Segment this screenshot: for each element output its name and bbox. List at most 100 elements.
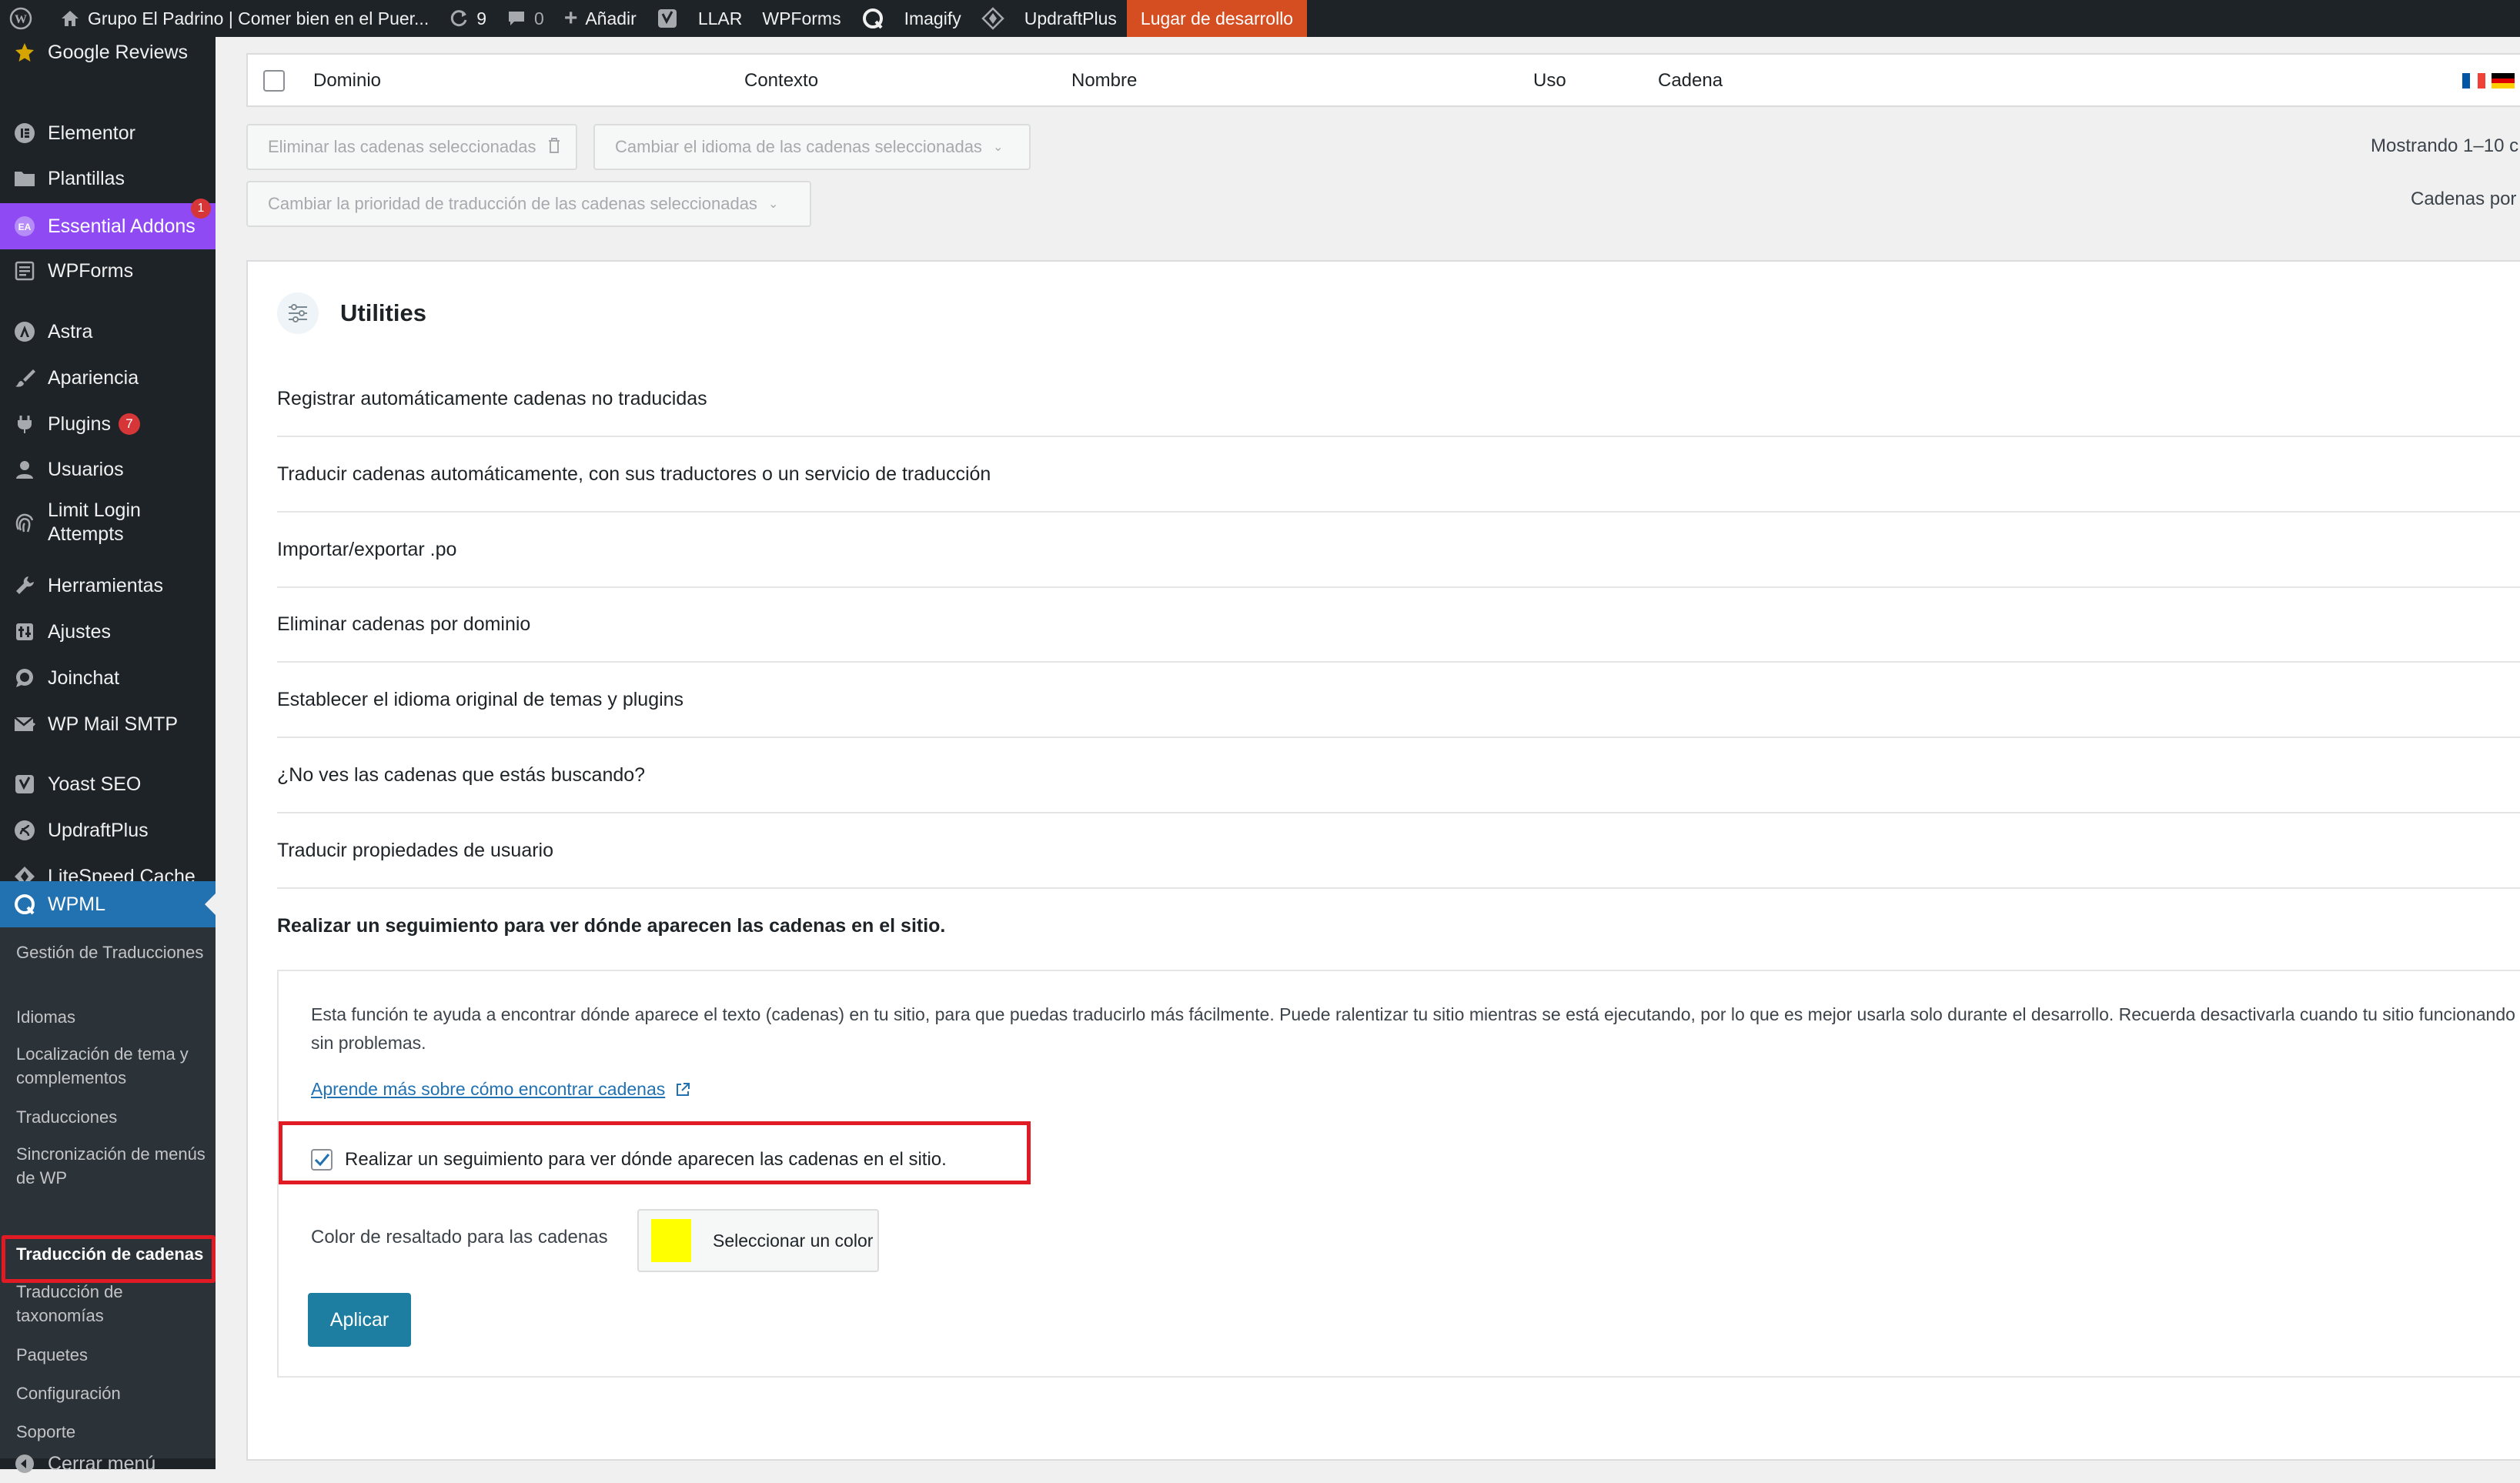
pagination-info: Mostrando 1–10 c [2371,135,2519,156]
submenu-configuracion[interactable]: Configuración [16,1381,209,1405]
track-strings-checkbox[interactable] [311,1149,333,1171]
updates-item[interactable]: 9 [439,0,496,37]
color-picker-button[interactable]: Seleccionar un color [637,1209,879,1272]
submenu-sincronizacion-menus[interactable]: Sincronización de menús de WP [16,1142,209,1190]
sidebar-item-herramientas[interactable]: Herramientas [0,565,216,606]
util-row-delete-by-domain[interactable]: Eliminar cadenas por dominio [277,588,2520,663]
wpml-bar-item[interactable] [851,0,894,37]
plug-icon [11,410,38,438]
submenu-traduccion-taxonomias[interactable]: Traducción de taxonomías [16,1280,209,1328]
change-priority-button[interactable]: Cambiar la prioridad de traducción de la… [246,181,811,227]
chat-icon [11,664,38,692]
column-nombre[interactable]: Nombre [1071,70,1137,92]
submenu-soporte[interactable]: Soporte [16,1420,209,1444]
litespeed-bar-item[interactable] [971,0,1014,37]
util-row-import-export-po[interactable]: Importar/exportar .po [277,513,2520,588]
brush-icon [11,364,38,392]
comments-count: 0 [534,8,544,28]
sidebar-item-wpforms[interactable]: WPForms [0,250,216,292]
folder-icon [11,165,38,192]
util-row-original-language[interactable]: Establecer el idioma original de temas y… [277,663,2520,738]
util-row-track-strings[interactable]: Realizar un seguimiento para ver dónde a… [277,889,2520,964]
imagify-item[interactable]: Imagify [894,0,971,37]
current-menu-arrow [205,893,216,915]
submenu-localizacion[interactable]: Localización de tema y complementos [16,1042,209,1090]
flag-de-icon[interactable] [2492,73,2515,89]
highlight-color-label: Color de resaltado para las cadenas [311,1227,608,1248]
sidebar-item-apariencia[interactable]: Apariencia [0,357,216,399]
color-swatch [651,1219,691,1262]
yoast-item[interactable] [647,0,688,37]
chevron-down-icon: ⌄ [767,198,779,211]
svg-text:W: W [15,13,27,26]
strings-table-header: Dominio Contexto Nombre Uso Cadena [246,53,2520,107]
select-all-checkbox[interactable] [263,70,285,92]
add-new-label: Añadir [585,8,637,28]
updraftplus-item[interactable]: UpdraftPlus [1014,0,1127,37]
util-row-auto-register[interactable]: Registrar automáticamente cadenas no tra… [277,362,2520,437]
column-dominio[interactable]: Dominio [313,70,381,92]
sidebar-item-essential-addons[interactable]: EA Essential Addons 1 [0,199,216,249]
chevron-down-icon: ⌄ [992,141,1004,154]
track-strings-label: Realizar un seguimiento para ver dónde a… [345,1149,947,1170]
updates-count: 9 [476,8,487,28]
sidebar-item-limit-login[interactable]: Limit Login Attempts [0,496,216,549]
settings-icon [11,618,38,646]
sidebar-item-ajustes[interactable]: Ajustes [0,611,216,653]
sidebar-item-joinchat[interactable]: Joinchat [0,657,216,699]
sidebar-item-yoast-seo[interactable]: Yoast SEO [0,763,216,805]
admin-sidebar: Google Reviews Elementor Plantillas EA E… [0,37,216,1475]
sidebar-item-plugins[interactable]: Plugins 7 [0,403,216,445]
add-new-item[interactable]: + Añadir [554,0,647,37]
sidebar-item-google-reviews[interactable]: Google Reviews [0,37,216,68]
updraft-icon [11,817,38,844]
sidebar-item-elementor[interactable]: Elementor [0,112,216,154]
comments-item[interactable]: 0 [496,0,554,37]
flag-fr-icon[interactable] [2462,73,2485,89]
wordpress-logo-item[interactable]: W [0,0,50,37]
util-row-missing-strings[interactable]: ¿No ves las cadenas que estás buscando? [277,739,2520,813]
wpml-icon [861,7,884,30]
ea-icon: EA [11,212,38,240]
home-icon [60,9,80,28]
sidebar-item-wpml[interactable]: WPML [0,881,216,927]
sidebar-item-updraftplus[interactable]: UpdraftPlus [0,810,216,851]
wpforms-label: WPForms [762,8,841,28]
current-submenu-highlight [2,1235,216,1283]
submenu-gestion-traducciones[interactable]: Gestión de Traducciones [16,940,209,964]
updates-icon [449,8,469,28]
sidebar-item-plantillas[interactable]: Plantillas [0,158,216,199]
submenu-traducciones[interactable]: Traducciones [16,1105,209,1129]
change-language-button[interactable]: Cambiar el idioma de las cadenas selecci… [593,124,1031,170]
track-strings-checkbox-row[interactable]: Realizar un seguimiento para ver dónde a… [311,1149,947,1171]
utilities-panel: Utilities Registrar automáticamente cade… [246,260,2520,1461]
util-row-auto-translate[interactable]: Traducir cadenas automáticamente, con su… [277,438,2520,513]
wpforms-item[interactable]: WPForms [752,0,851,37]
column-uso[interactable]: Uso [1533,70,1566,92]
sidebar-item-usuarios[interactable]: Usuarios [0,449,216,490]
user-icon [11,456,38,483]
svg-text:EA: EA [18,222,32,232]
comment-icon [506,9,526,28]
plus-icon: + [563,5,578,31]
track-strings-section: Esta función te ayuda a encontrar dónde … [277,970,2520,1378]
column-contexto[interactable]: Contexto [744,70,818,92]
delete-selected-button[interactable]: Eliminar las cadenas seleccionadas [246,124,577,170]
site-name-item[interactable]: Grupo El Padrino | Comer bien en el Puer… [50,0,439,37]
submenu-paquetes[interactable]: Paquetes [16,1343,209,1367]
sidebar-item-astra[interactable]: Astra [0,311,216,352]
column-cadena[interactable]: Cadena [1658,70,1723,92]
sidebar-item-wp-mail-smtp[interactable]: WP Mail SMTP [0,703,216,745]
dev-site-badge[interactable]: Lugar de desarrollo [1126,0,1308,37]
updraftplus-label: UpdraftPlus [1024,8,1117,28]
collapse-menu-button[interactable]: Cerrar menú [0,1445,216,1483]
submenu-idiomas[interactable]: Idiomas [16,1005,209,1029]
llar-item[interactable]: LLAR [688,0,753,37]
checkmark-icon [314,1154,330,1167]
wrench-icon [11,572,38,600]
apply-button[interactable]: Aplicar [308,1293,411,1347]
util-row-user-properties[interactable]: Traducir propiedades de usuario [277,814,2520,889]
learn-more-link[interactable]: Aprende más sobre cómo encontrar cadenas [311,1079,691,1100]
yoast-icon [657,8,678,29]
utilities-title: Utilities [340,299,426,326]
